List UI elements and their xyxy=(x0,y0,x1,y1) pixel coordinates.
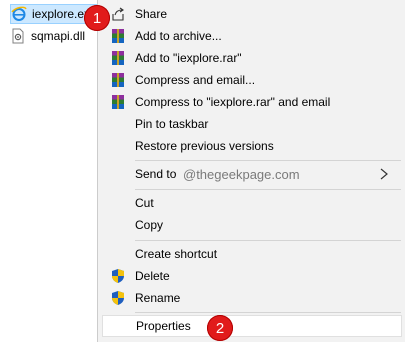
winrar-icon xyxy=(110,72,126,88)
menu-item-delete[interactable]: Delete xyxy=(98,265,403,287)
file-item-sqmapi[interactable]: sqmapi.dll xyxy=(10,26,100,46)
menu-item-label: Restore previous versions xyxy=(135,139,274,153)
menu-item-properties[interactable]: Properties xyxy=(102,315,402,337)
share-icon xyxy=(110,6,126,22)
menu-item-label: Properties xyxy=(136,319,191,333)
winrar-icon xyxy=(110,94,126,110)
menu-item-restore-previous-versions[interactable]: Restore previous versions xyxy=(98,135,403,157)
file-list-pane: iexplore.ex sqmapi.dll xyxy=(0,0,102,342)
watermark-text: @thegeekpage.com xyxy=(183,166,300,182)
menu-item-label: Pin to taskbar xyxy=(135,117,209,131)
winrar-icon xyxy=(110,28,126,44)
menu-item-label: Delete xyxy=(135,269,170,283)
menu-item-label: Cut xyxy=(135,196,154,210)
uac-shield-icon xyxy=(110,290,126,306)
menu-item-compress-to-rar-and-email[interactable]: Compress to "iexplore.rar" and email xyxy=(98,91,403,113)
file-name: sqmapi.dll xyxy=(31,29,86,43)
menu-item-add-to-rar[interactable]: Add to "iexplore.rar" xyxy=(98,47,403,69)
menu-item-label: Share xyxy=(135,7,168,21)
menu-item-rename[interactable]: Rename xyxy=(98,287,403,309)
step-badge-2: 2 xyxy=(207,315,233,341)
menu-item-compress-and-email[interactable]: Compress and email... xyxy=(98,69,403,91)
menu-item-label: Send to xyxy=(135,167,177,181)
menu-item-create-shortcut[interactable]: Create shortcut xyxy=(98,243,403,265)
chevron-right-icon xyxy=(380,168,388,180)
menu-separator xyxy=(135,240,401,241)
menu-item-label: Copy xyxy=(135,218,164,232)
dll-file-icon xyxy=(12,28,24,44)
menu-item-label: Compress to "iexplore.rar" and email xyxy=(135,95,331,109)
uac-shield-icon xyxy=(110,268,126,284)
menu-item-label: Compress and email... xyxy=(135,73,256,87)
menu-item-cut[interactable]: Cut xyxy=(98,192,403,214)
context-menu: Share Add to archive... Add to "iexplore… xyxy=(97,0,405,342)
menu-separator xyxy=(135,160,401,161)
menu-item-label: Add to archive... xyxy=(135,29,222,43)
menu-item-add-to-archive[interactable]: Add to archive... xyxy=(98,25,403,47)
menu-item-share[interactable]: Share xyxy=(98,3,403,25)
menu-separator xyxy=(135,312,401,313)
menu-item-send-to[interactable]: Send to @thegeekpage.com xyxy=(98,163,403,185)
winrar-icon xyxy=(110,50,126,66)
menu-item-label: Create shortcut xyxy=(135,247,218,261)
step-badge-1: 1 xyxy=(84,5,110,31)
file-name: iexplore.ex xyxy=(32,7,91,21)
menu-item-pin-to-taskbar[interactable]: Pin to taskbar xyxy=(98,113,403,135)
menu-item-label: Rename xyxy=(135,291,181,305)
menu-item-copy[interactable]: Copy xyxy=(98,214,403,236)
internet-explorer-icon xyxy=(11,6,27,21)
menu-separator xyxy=(135,189,401,190)
menu-item-label: Add to "iexplore.rar" xyxy=(135,51,242,65)
